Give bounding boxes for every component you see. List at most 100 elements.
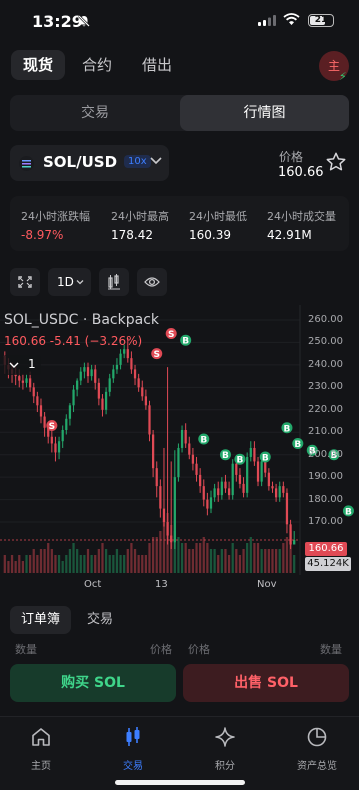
candle-body: [39, 405, 43, 417]
volume-bar: [32, 549, 35, 573]
volume-bar: [253, 543, 256, 573]
sell-button[interactable]: 出售 SOL: [183, 664, 349, 702]
nav-home[interactable]: 主页: [11, 725, 71, 772]
last-price-tag: 160.66: [305, 542, 347, 556]
candle-body: [213, 488, 216, 498]
x-tick-oct: Oct: [84, 579, 102, 590]
volume-bar: [271, 549, 274, 573]
candle-body: [246, 456, 249, 493]
visibility-button[interactable]: [137, 268, 167, 296]
buy-button[interactable]: 购买 SOL: [10, 664, 176, 702]
volume-bar: [249, 537, 252, 573]
volume-bar: [256, 543, 260, 573]
candle-body: [25, 378, 28, 383]
candle-body: [90, 369, 93, 377]
segment-trade[interactable]: 交易: [10, 95, 180, 131]
volume-bar: [282, 543, 285, 573]
y-tick: 200.00: [308, 448, 343, 460]
volume-bar: [76, 549, 79, 573]
leverage-badge: 10x: [124, 155, 151, 168]
candles-icon: [126, 727, 140, 746]
volume-bar: [238, 555, 242, 573]
volume-bar: [61, 561, 64, 573]
candle-body: [209, 497, 213, 509]
candle-body: [144, 396, 148, 406]
y-tick: 250.00: [308, 336, 343, 348]
volume-bar: [3, 555, 6, 573]
candle-body: [101, 398, 104, 410]
y-tick: 170.00: [308, 516, 343, 528]
volume-bar: [54, 555, 57, 573]
x-tick-nov: Nov: [257, 579, 277, 590]
pair-name: SOL/USD: [43, 153, 118, 171]
star-icon[interactable]: [325, 151, 347, 173]
interval-select[interactable]: 1D: [48, 268, 91, 296]
volume-bar: [123, 555, 126, 573]
expand-icon: [18, 276, 32, 288]
chart-series-toggle[interactable]: 1: [3, 355, 41, 375]
volume-bar: [14, 561, 17, 573]
candle-body: [29, 378, 32, 388]
price-label: 价格: [279, 150, 304, 164]
candle-body: [119, 353, 122, 365]
sell-marker: S: [165, 327, 177, 340]
home-icon: [32, 728, 50, 746]
stat-volume-label: 24小时成交量: [267, 210, 336, 223]
pair-selector[interactable]: SOL/USD 10x: [10, 145, 169, 181]
candle-body: [155, 468, 158, 487]
col-amount-right: 数量: [320, 643, 342, 656]
col-price-right: 价格: [188, 643, 210, 656]
sell-marker: S: [151, 348, 163, 360]
volume-bar: [137, 555, 140, 573]
volume-bar: [246, 543, 249, 573]
volume-bar: [224, 549, 227, 573]
sparkle-icon: [215, 727, 235, 747]
nav-trade[interactable]: 交易: [103, 725, 163, 772]
volume-bar: [112, 555, 115, 573]
volume-bar: [50, 549, 53, 573]
candle-body: [289, 524, 292, 545]
bell-off-icon: [78, 15, 90, 27]
fullscreen-button[interactable]: [10, 268, 40, 296]
volume-bar: [177, 537, 180, 573]
tab-orderbook[interactable]: 订单簿: [10, 606, 72, 634]
candle-body: [220, 481, 223, 496]
nav-portfolio[interactable]: 资产总览: [287, 725, 347, 772]
chevron-down-icon: [76, 280, 84, 285]
candle-body: [104, 391, 108, 410]
candle-body: [253, 447, 256, 462]
series-count: 1: [28, 357, 36, 371]
candle-body: [177, 447, 180, 478]
volume-bar: [191, 549, 195, 573]
bottom-nav: 主页 交易 积分 资产总览: [0, 716, 359, 790]
candle-body: [188, 443, 191, 455]
volume-bar: [130, 543, 133, 573]
nav-points-label: 积分: [215, 761, 235, 772]
volume-bar: [141, 555, 144, 573]
volume-bar: [86, 549, 90, 573]
volume-bar: [231, 543, 234, 573]
indicators-button[interactable]: [99, 268, 129, 296]
volume-bar: [260, 549, 263, 573]
volume-bar: [151, 537, 155, 573]
svg-text:B: B: [236, 456, 243, 466]
tab-futures[interactable]: 合约: [70, 50, 124, 80]
tab-spot[interactable]: 现货: [11, 50, 66, 80]
chevron-down-icon: [9, 362, 19, 368]
segment-market-chart[interactable]: 行情图: [180, 95, 349, 131]
volume-bar: [126, 549, 129, 573]
y-tick: 210.00: [308, 426, 343, 438]
volume-bar: [274, 549, 278, 573]
view-segment: 交易 行情图: [10, 95, 349, 131]
tab-trades[interactable]: 交易: [76, 606, 124, 634]
volume-bar: [39, 549, 43, 573]
nav-points[interactable]: 积分: [195, 725, 255, 772]
volume-bar: [199, 543, 202, 573]
volume-bar: [293, 555, 296, 573]
volume-bar: [90, 555, 93, 573]
tab-lend[interactable]: 借出: [130, 50, 184, 80]
battery-indicator: 21: [308, 14, 334, 27]
candle-body: [166, 522, 169, 536]
x-tick-13: 13: [155, 579, 168, 590]
volume-bar: [25, 555, 28, 573]
